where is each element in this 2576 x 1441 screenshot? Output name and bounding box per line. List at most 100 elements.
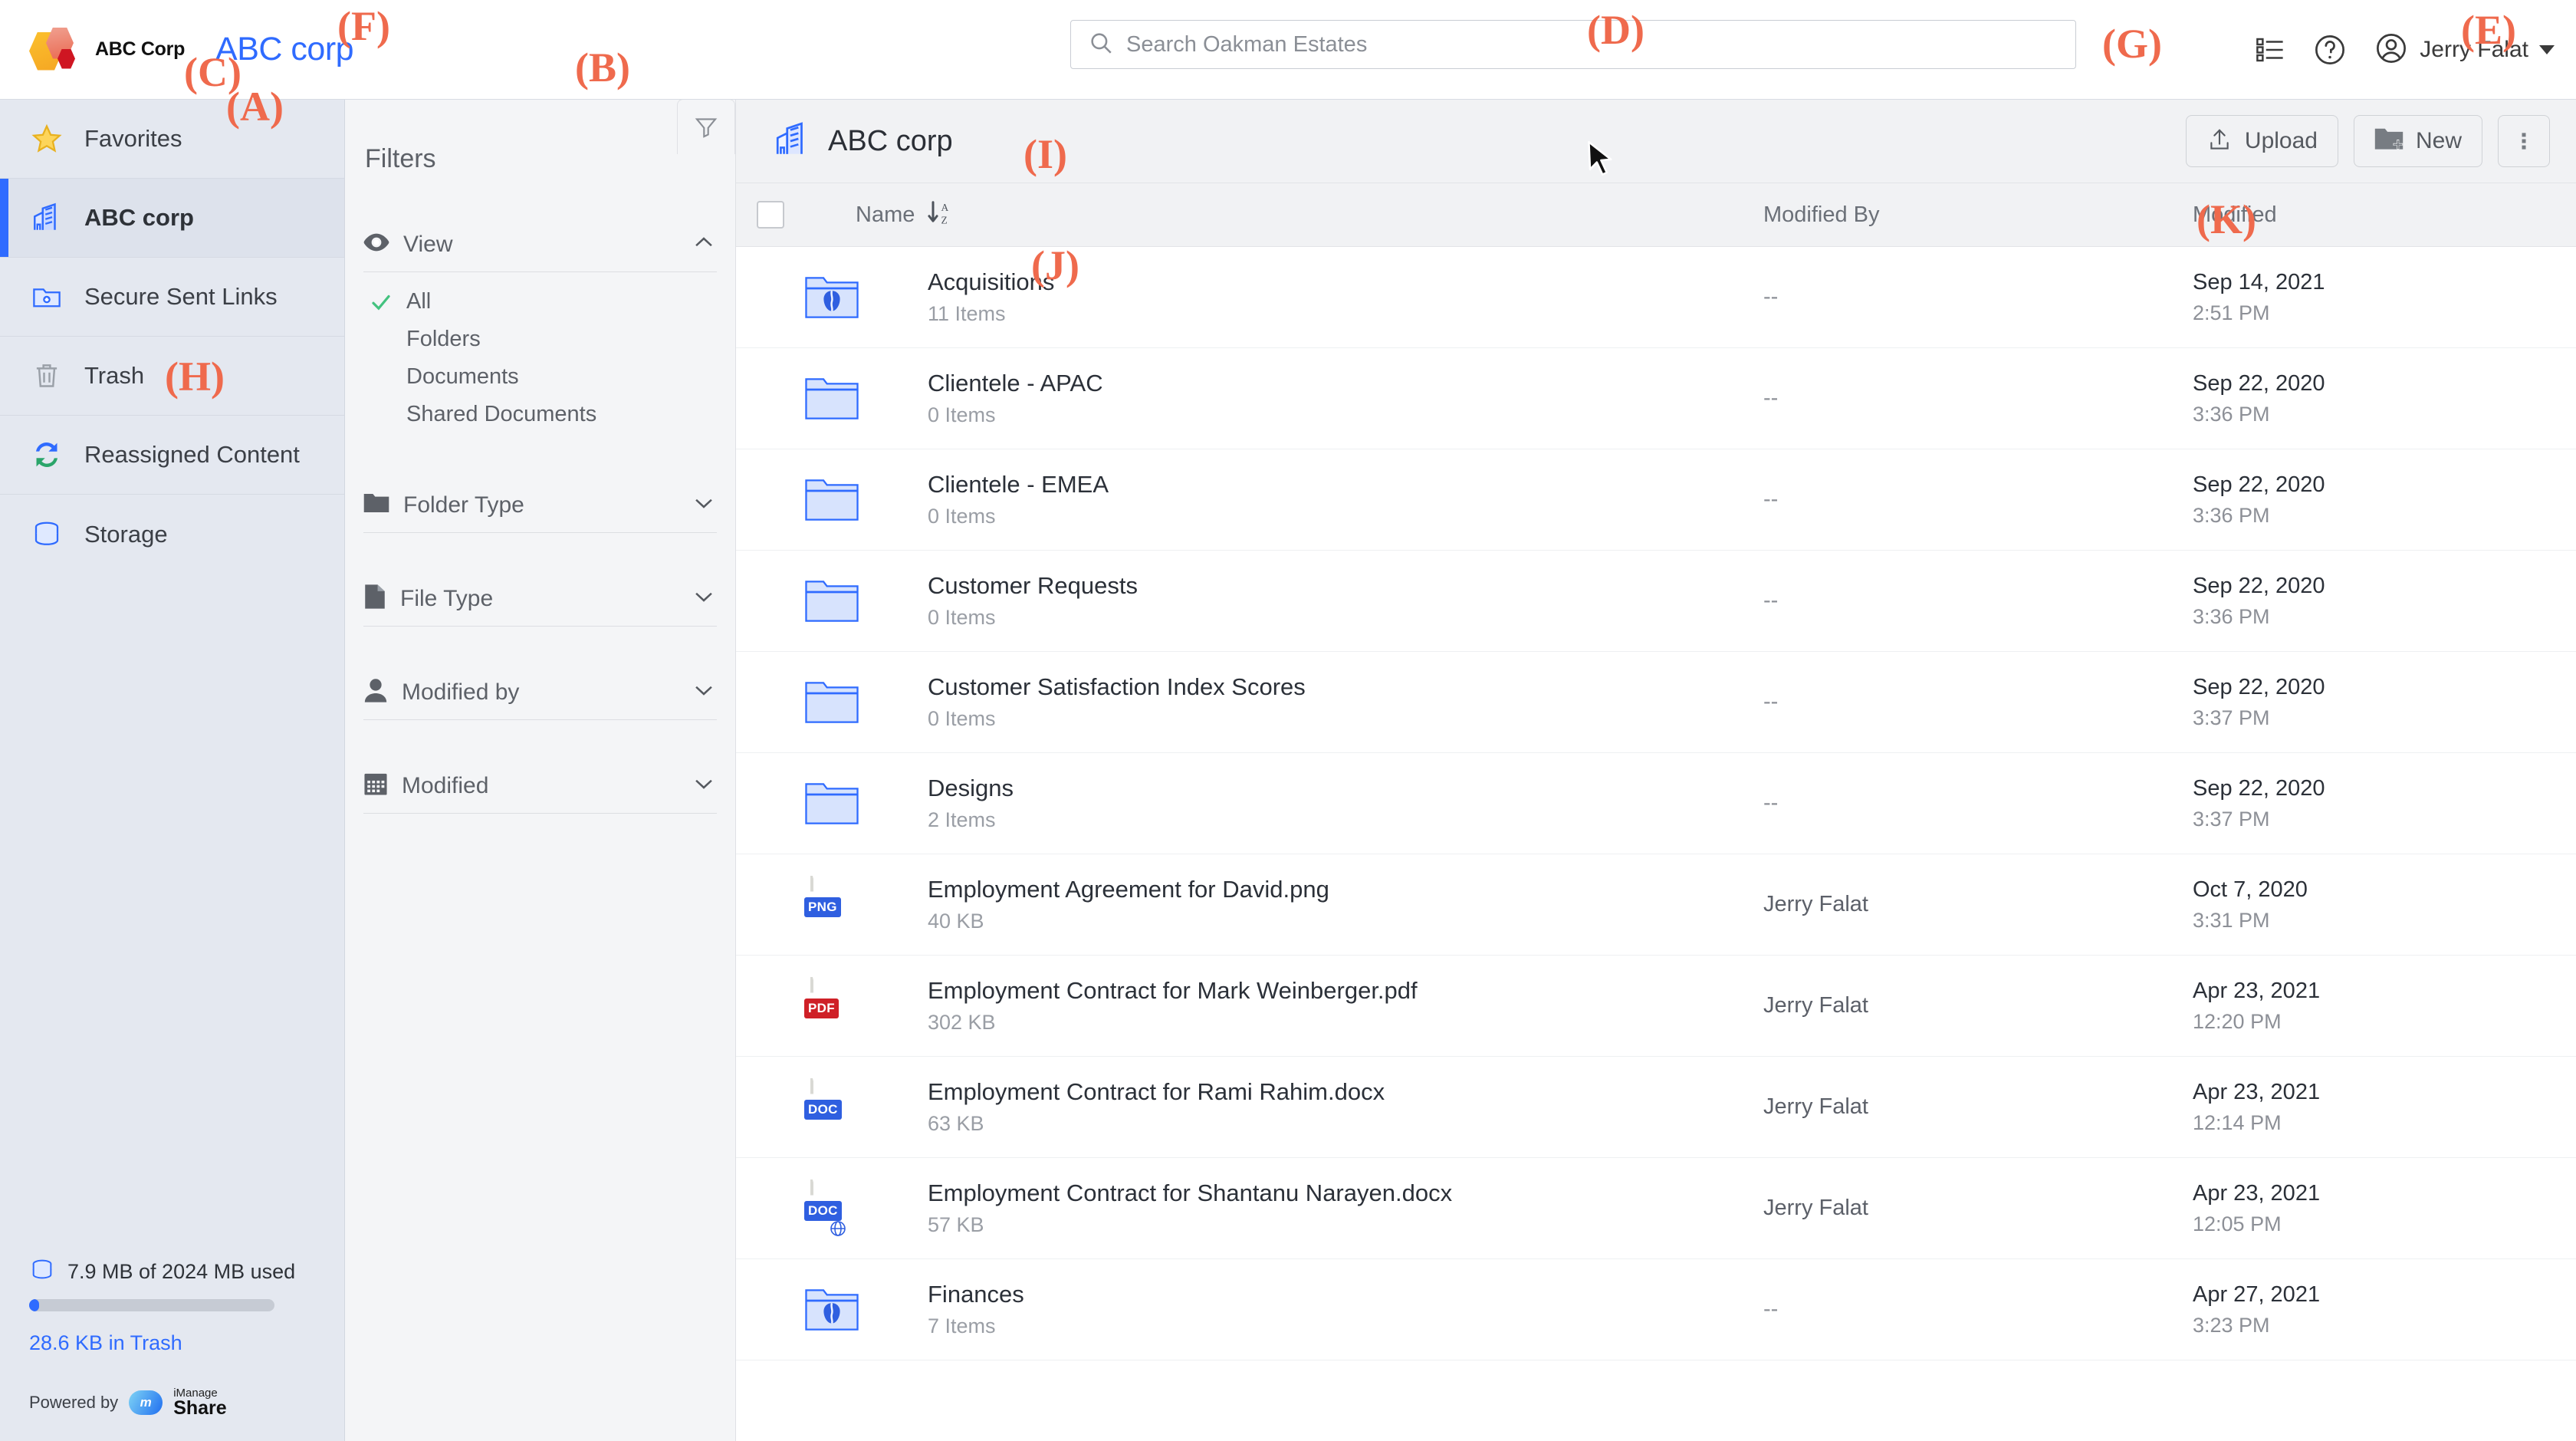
new-button[interactable]: New (2354, 115, 2482, 167)
sidebar-item-trash[interactable]: Trash (0, 337, 344, 416)
trash-size-link[interactable]: 28.6 KB in Trash (29, 1331, 315, 1355)
select-all-checkbox[interactable] (757, 201, 784, 229)
row-name-cell: Employment Contract for Shantanu Narayen… (928, 1179, 1763, 1237)
row-name: Employment Agreement for David.png (928, 876, 1763, 903)
filter-group-modified-by: Modified by (363, 660, 717, 720)
sidebar-nav: Favorites ABC corp (0, 100, 344, 574)
sidebar-item-reassigned-content[interactable]: Reassigned Content (0, 416, 344, 495)
table-row[interactable]: PDF Employment Contract for Mark Weinber… (736, 956, 2576, 1057)
filter-group-header-folder-type[interactable]: Folder Type (363, 473, 717, 533)
sidebar-item-storage[interactable]: Storage (0, 495, 344, 574)
row-modified-cell: Apr 23, 2021 12:14 PM (2193, 1080, 2576, 1135)
table-row[interactable]: PNG Employment Agreement for David.png 4… (736, 854, 2576, 956)
filter-option-all[interactable]: All (363, 283, 717, 321)
row-modified-time: 3:31 PM (2193, 909, 2576, 933)
sidebar-item-abc-corp[interactable]: ABC corp (0, 179, 344, 258)
row-name-cell: Acquisitions 11 Items (928, 268, 1763, 326)
brand-logo[interactable]: ABC Corp ABC corp (0, 28, 353, 72)
list-view-icon[interactable] (2254, 34, 2286, 66)
column-header-name[interactable]: Name A Z (805, 199, 1763, 231)
sidebar-item-label: Storage (84, 521, 168, 548)
filter-group-header-modified[interactable]: Modified (363, 754, 717, 814)
filter-option-shared-documents[interactable]: Shared Documents (363, 396, 717, 433)
table-row[interactable]: Customer Satisfaction Index Scores 0 Ite… (736, 652, 2576, 753)
row-modified-date: Sep 14, 2021 (2193, 270, 2576, 295)
sidebar-item-favorites[interactable]: Favorites (0, 100, 344, 179)
filter-option-folders[interactable]: Folders (363, 321, 717, 358)
filter-group-label: Modified by (402, 679, 677, 706)
column-header-modified[interactable]: Modified (2193, 202, 2576, 228)
building-icon (773, 120, 811, 163)
row-modified-cell: Apr 23, 2021 12:05 PM (2193, 1181, 2576, 1236)
chevron-down-icon (691, 771, 717, 801)
row-modified-cell: Sep 22, 2020 3:36 PM (2193, 472, 2576, 528)
table-row[interactable]: Clientele - EMEA 0 Items -- Sep 22, 2020… (736, 449, 2576, 551)
filter-option-label: Folders (406, 327, 481, 352)
row-name: Finances (928, 1281, 1763, 1308)
png-file-icon: PNG (736, 877, 928, 933)
user-menu[interactable]: Jerry Falat (2374, 31, 2555, 70)
database-icon (29, 518, 64, 551)
user-avatar-icon (2374, 31, 2409, 70)
row-modified-by: -- (1763, 689, 2193, 715)
row-modified-time: 3:36 PM (2193, 403, 2576, 426)
imanage-logo-icon: m (129, 1390, 163, 1415)
main-actions: Upload New (2186, 115, 2550, 167)
table-row[interactable]: Acquisitions 11 Items -- Sep 14, 2021 2:… (736, 247, 2576, 348)
kebab-menu-icon[interactable] (2498, 115, 2550, 167)
new-folder-icon (2374, 127, 2404, 156)
row-name-cell: Designs 2 Items (928, 775, 1763, 832)
table-row[interactable]: Customer Requests 0 Items -- Sep 22, 202… (736, 551, 2576, 652)
sidebar-item-secure-sent-links[interactable]: Secure Sent Links (0, 258, 344, 337)
row-modified-cell: Sep 22, 2020 3:36 PM (2193, 574, 2576, 629)
search-box[interactable] (1070, 20, 2076, 69)
column-header-modified-by-label: Modified By (1763, 202, 1880, 227)
row-meta: 11 Items (928, 302, 1763, 326)
storage-progress-fill (29, 1299, 39, 1311)
row-modified-by: -- (1763, 386, 2193, 411)
row-modified-by: Jerry Falat (1763, 892, 2193, 917)
search-input[interactable] (1126, 32, 2058, 58)
logo-wordmark: ABC Corp (95, 38, 185, 61)
breadcrumb[interactable]: ABC corp (773, 120, 953, 163)
filters-panel: Filters View (345, 100, 736, 1441)
filter-group-label: Modified (402, 773, 677, 799)
row-modified-cell: Apr 23, 2021 12:20 PM (2193, 979, 2576, 1034)
sidebar-item-label: Favorites (84, 125, 182, 153)
brand-title: ABC corp (215, 31, 353, 68)
filter-option-documents[interactable]: Documents (363, 358, 717, 396)
main-content: ABC corp Upload (736, 100, 2576, 1441)
help-circle-icon[interactable] (2312, 32, 2348, 67)
star-icon (29, 123, 64, 155)
trash-icon (29, 360, 64, 392)
table-row[interactable]: Designs 2 Items -- Sep 22, 2020 3:37 PM (736, 753, 2576, 854)
row-name: Employment Contract for Mark Weinberger.… (928, 977, 1763, 1005)
building-icon (29, 202, 64, 234)
row-meta: 0 Items (928, 707, 1763, 731)
table-row[interactable]: DOC Employment Contract for Rami Rahim.d… (736, 1057, 2576, 1158)
row-meta: 302 KB (928, 1011, 1763, 1035)
table-row[interactable]: DOC Employment Contract for Shantanu Nar… (736, 1158, 2576, 1259)
funnel-icon[interactable] (677, 99, 735, 154)
check-icon (368, 291, 394, 314)
folder-icon (363, 492, 389, 518)
doc-file-shared-icon: DOC (736, 1181, 928, 1236)
row-name: Designs (928, 775, 1763, 802)
file-table: Name A Z Modified By Modifi (736, 183, 2576, 1441)
sort-a-z-descending-icon[interactable]: A Z (927, 199, 953, 231)
folder-icon (736, 578, 928, 624)
row-modified-by: -- (1763, 1297, 2193, 1322)
table-row[interactable]: Clientele - APAC 0 Items -- Sep 22, 2020… (736, 348, 2576, 449)
filter-group-header-view[interactable]: View (363, 212, 717, 272)
table-row[interactable]: Finances 7 Items -- Apr 27, 2021 3:23 PM (736, 1259, 2576, 1360)
filter-group-header-modified-by[interactable]: Modified by (363, 660, 717, 720)
column-header-modified-by[interactable]: Modified By (1763, 202, 2193, 228)
top-bar: ABC Corp ABC corp (0, 0, 2576, 100)
powered-by-label: Powered by (29, 1393, 118, 1413)
filter-group-header-file-type[interactable]: File Type (363, 567, 717, 627)
chevron-down-icon (2539, 45, 2555, 54)
upload-button[interactable]: Upload (2186, 115, 2338, 167)
row-modified-date: Sep 22, 2020 (2193, 574, 2576, 599)
row-modified-time: 3:37 PM (2193, 808, 2576, 831)
row-name-cell: Clientele - EMEA 0 Items (928, 471, 1763, 528)
